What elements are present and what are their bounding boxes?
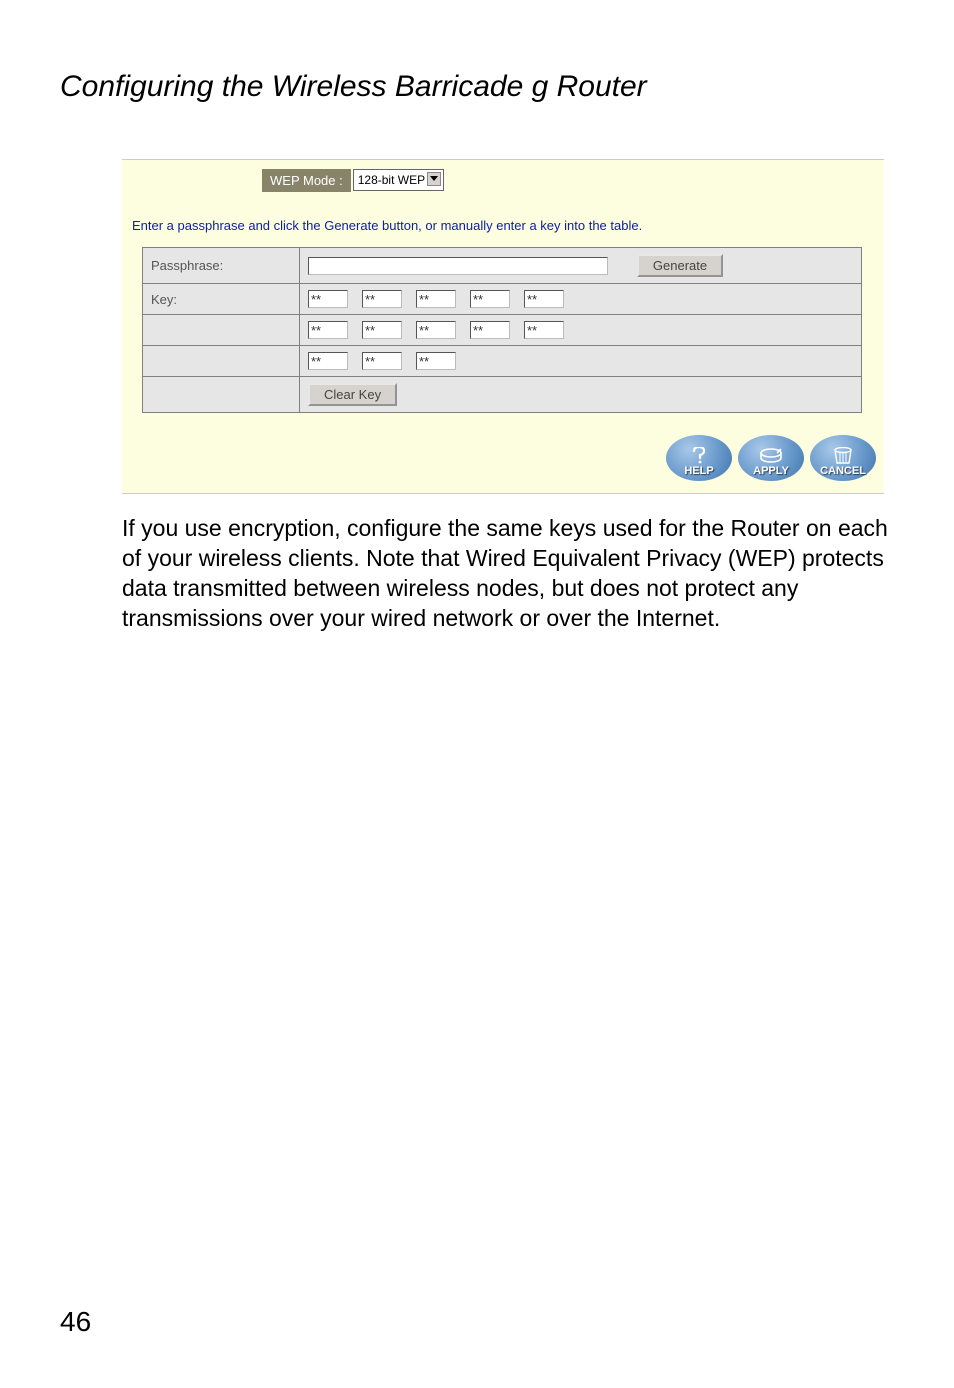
wep-mode-value: 128-bit WEP bbox=[358, 173, 425, 187]
wep-mode-label: WEP Mode : bbox=[262, 169, 351, 192]
instruction-text: Enter a passphrase and click the Generat… bbox=[122, 200, 884, 247]
clear-key-button[interactable]: Clear Key bbox=[308, 383, 397, 406]
apply-label: APPLY bbox=[753, 465, 789, 479]
key-input[interactable] bbox=[362, 321, 402, 339]
wep-mode-row: WEP Mode : 128-bit WEP bbox=[122, 160, 884, 200]
page-number: 46 bbox=[60, 1306, 91, 1338]
disk-icon bbox=[759, 447, 783, 465]
key-input[interactable] bbox=[416, 290, 456, 308]
key-input[interactable] bbox=[416, 321, 456, 339]
key-label: Key: bbox=[143, 284, 300, 315]
wep-mode-select[interactable]: 128-bit WEP bbox=[353, 169, 444, 191]
help-label: HELP bbox=[684, 465, 713, 479]
key-input[interactable] bbox=[308, 321, 348, 339]
help-button[interactable]: HELP bbox=[666, 435, 732, 481]
key-input[interactable] bbox=[470, 290, 510, 308]
key-row-2 bbox=[308, 321, 853, 339]
trash-icon bbox=[831, 447, 855, 465]
passphrase-input[interactable] bbox=[308, 257, 608, 275]
help-icon bbox=[688, 447, 710, 465]
cancel-button[interactable]: CANCEL bbox=[810, 435, 876, 481]
key-input[interactable] bbox=[524, 290, 564, 308]
key-table: Passphrase: Generate Key: bbox=[142, 247, 862, 413]
generate-button[interactable]: Generate bbox=[637, 254, 723, 277]
key-input[interactable] bbox=[524, 321, 564, 339]
key-input[interactable] bbox=[416, 352, 456, 370]
key-row-1 bbox=[308, 290, 853, 308]
config-screenshot: WEP Mode : 128-bit WEP Enter a passphras… bbox=[122, 159, 884, 494]
key-input[interactable] bbox=[362, 290, 402, 308]
key-input[interactable] bbox=[470, 321, 510, 339]
key-input[interactable] bbox=[308, 290, 348, 308]
key-row-3 bbox=[308, 352, 853, 370]
key-input[interactable] bbox=[308, 352, 348, 370]
page-title: Configuring the Wireless Barricade g Rou… bbox=[60, 70, 894, 104]
apply-button[interactable]: APPLY bbox=[738, 435, 804, 481]
cancel-label: CANCEL bbox=[820, 465, 866, 479]
passphrase-label: Passphrase: bbox=[143, 248, 300, 284]
key-input[interactable] bbox=[362, 352, 402, 370]
body-paragraph: If you use encryption, configure the sam… bbox=[122, 514, 892, 634]
footer-buttons: HELP APPLY CANCEL bbox=[122, 413, 884, 493]
chevron-down-icon bbox=[430, 176, 438, 181]
